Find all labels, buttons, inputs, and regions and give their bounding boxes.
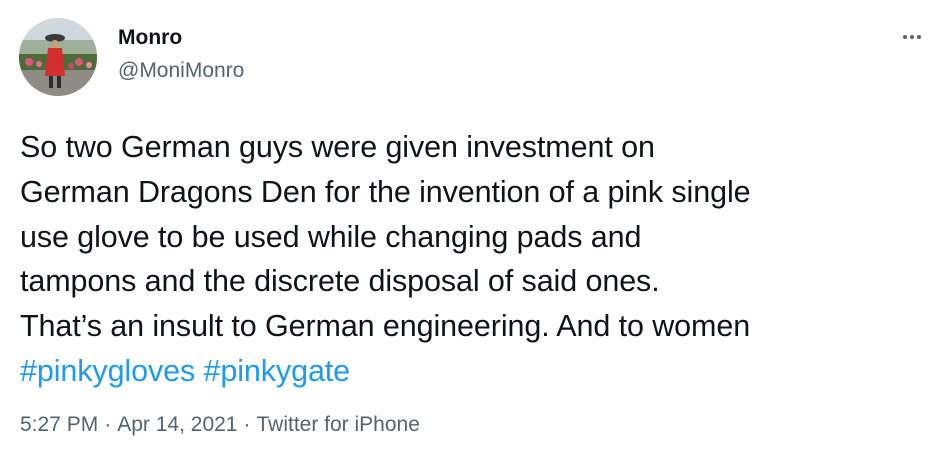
- separator: ·: [243, 413, 251, 436]
- tweet-source[interactable]: Twitter for iPhone: [256, 413, 419, 436]
- separator: ·: [104, 413, 112, 436]
- tweet-metadata: 5:27 PM · Apr 14, 2021 · Twitter for iPhone: [20, 410, 420, 440]
- more-horizontal-icon-dot: [910, 35, 914, 39]
- more-horizontal-icon-dot: [917, 35, 921, 39]
- hashtag-link[interactable]: #pinkygate: [204, 354, 351, 388]
- tweet-text: So two German guys were given investment…: [20, 130, 751, 344]
- avatar-photo-icon: [19, 18, 97, 96]
- tweet-body: So two German guys were given investment…: [20, 125, 935, 394]
- tweet-card: Monro @MoniMonro So two German guys were…: [0, 0, 952, 466]
- author-avatar[interactable]: [19, 18, 97, 96]
- hashtag-link[interactable]: #pinkygloves: [20, 354, 195, 388]
- tweet-date[interactable]: Apr 14, 2021: [117, 413, 237, 436]
- more-horizontal-icon: [903, 35, 907, 39]
- more-options-button[interactable]: [895, 24, 929, 50]
- author-display-name[interactable]: Monro: [118, 25, 182, 51]
- tweet-time[interactable]: 5:27 PM: [20, 413, 98, 436]
- author-handle[interactable]: @MoniMonro: [118, 58, 244, 84]
